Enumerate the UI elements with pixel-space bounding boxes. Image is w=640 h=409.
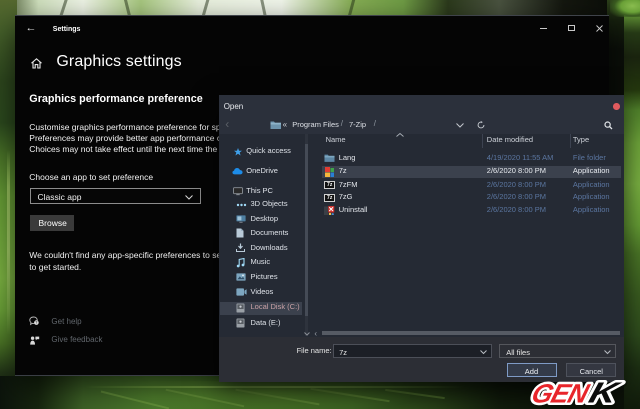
svg-text:GEN: GEN (528, 379, 592, 408)
svg-text:?: ? (35, 321, 37, 325)
